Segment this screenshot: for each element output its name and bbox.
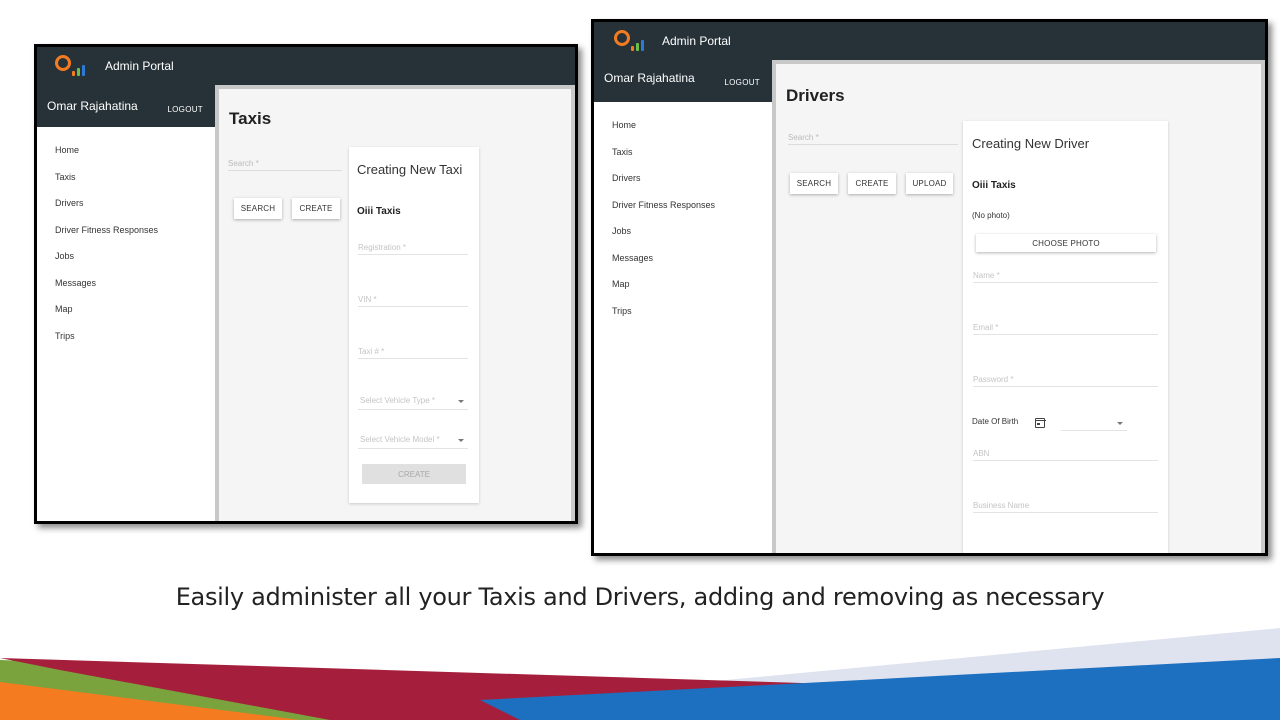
submit-create-button[interactable]: CREATE — [362, 464, 466, 484]
drivers-screenshot: Admin Portal Omar Rajahatina LOGOUT Home… — [591, 19, 1268, 556]
business-name-field[interactable] — [973, 499, 1158, 513]
email-field[interactable] — [973, 321, 1158, 335]
form-title: Creating New Driver — [972, 136, 1090, 151]
chevron-down-icon — [458, 439, 464, 442]
password-field[interactable] — [973, 373, 1158, 387]
sidebar-item-map[interactable]: Map — [37, 296, 215, 323]
user-name: Omar Rajahatina — [604, 71, 695, 85]
taxis-screenshot: Admin Portal Omar Rajahatina LOGOUT Home… — [34, 44, 578, 524]
main-content: Drivers SEARCH CREATE UPLOAD Creating Ne… — [772, 60, 1265, 553]
sidebar-item-messages[interactable]: Messages — [594, 245, 772, 272]
chevron-down-icon — [1117, 422, 1123, 425]
taxi-number-field[interactable] — [358, 345, 468, 359]
search-input[interactable] — [788, 131, 958, 145]
logout-link[interactable]: LOGOUT — [724, 78, 760, 87]
brand-name: Oiii Taxis — [357, 206, 401, 217]
user-strip: Omar Rajahatina LOGOUT — [37, 85, 215, 127]
page-title: Drivers — [786, 86, 845, 105]
form-title: Creating New Taxi — [357, 162, 463, 177]
search-button[interactable]: SEARCH — [790, 173, 838, 194]
search-input[interactable] — [228, 157, 342, 171]
sidebar-item-jobs[interactable]: Jobs — [594, 218, 772, 245]
vehicle-type-placeholder: Select Vehicle Type * — [360, 396, 436, 405]
choose-photo-button[interactable]: CHOOSE PHOTO — [976, 234, 1156, 252]
search-button[interactable]: SEARCH — [234, 198, 282, 219]
page-title: Taxis — [229, 109, 272, 128]
sidebar-item-driver-fitness-responses[interactable]: Driver Fitness Responses — [37, 217, 215, 244]
oiii-logo-icon — [55, 54, 89, 78]
sidebar-item-home[interactable]: Home — [37, 137, 215, 164]
abn-field[interactable] — [973, 447, 1158, 461]
sidebar-item-map[interactable]: Map — [594, 271, 772, 298]
brand-name: Oiii Taxis — [972, 180, 1016, 191]
create-driver-card: Creating New Driver Oiii Taxis (No photo… — [963, 121, 1168, 553]
sidebar: Omar Rajahatina LOGOUT Home Taxis Driver… — [594, 60, 772, 553]
sidebar-item-trips[interactable]: Trips — [594, 298, 772, 325]
sidebar-item-taxis[interactable]: Taxis — [37, 164, 215, 191]
registration-field[interactable] — [358, 241, 468, 255]
vin-field[interactable] — [358, 293, 468, 307]
app-title: Admin Portal — [662, 34, 731, 48]
top-bar: Admin Portal — [37, 47, 575, 85]
sidebar-item-drivers[interactable]: Drivers — [37, 190, 215, 217]
logout-link[interactable]: LOGOUT — [167, 105, 203, 114]
create-button[interactable]: CREATE — [292, 198, 340, 219]
sidebar: Omar Rajahatina LOGOUT Home Taxis Driver… — [37, 85, 215, 521]
main-content: Taxis SEARCH CREATE Creating New Taxi Oi… — [215, 85, 575, 521]
decorative-banner — [0, 628, 1280, 720]
sidebar-item-jobs[interactable]: Jobs — [37, 243, 215, 270]
dob-select[interactable] — [1061, 417, 1127, 431]
sidebar-item-drivers[interactable]: Drivers — [594, 165, 772, 192]
sidebar-nav: Home Taxis Drivers Driver Fitness Respon… — [37, 137, 215, 349]
vehicle-model-select[interactable]: Select Vehicle Model * — [358, 435, 468, 449]
chevron-down-icon — [458, 400, 464, 403]
vehicle-model-placeholder: Select Vehicle Model * — [360, 435, 440, 444]
sidebar-item-driver-fitness-responses[interactable]: Driver Fitness Responses — [594, 192, 772, 219]
vehicle-type-select[interactable]: Select Vehicle Type * — [358, 396, 468, 410]
top-bar: Admin Portal — [594, 22, 1265, 60]
user-name: Omar Rajahatina — [47, 99, 138, 113]
create-taxi-card: Creating New Taxi Oiii Taxis Select Vehi… — [349, 147, 479, 503]
create-button[interactable]: CREATE — [848, 173, 896, 194]
app-title: Admin Portal — [105, 59, 174, 73]
slide-caption: Easily administer all your Taxis and Dri… — [175, 583, 1105, 611]
dob-label: Date Of Birth — [972, 417, 1019, 426]
sidebar-item-trips[interactable]: Trips — [37, 323, 215, 350]
photo-status: (No photo) — [972, 211, 1010, 220]
calendar-icon[interactable] — [1034, 418, 1046, 428]
sidebar-item-messages[interactable]: Messages — [37, 270, 215, 297]
name-field[interactable] — [973, 269, 1158, 283]
sidebar-item-home[interactable]: Home — [594, 112, 772, 139]
upload-button[interactable]: UPLOAD — [906, 173, 953, 194]
user-strip: Omar Rajahatina LOGOUT — [594, 60, 772, 102]
sidebar-item-taxis[interactable]: Taxis — [594, 139, 772, 166]
sidebar-nav: Home Taxis Drivers Driver Fitness Respon… — [594, 112, 772, 324]
oiii-logo-icon — [614, 29, 648, 53]
